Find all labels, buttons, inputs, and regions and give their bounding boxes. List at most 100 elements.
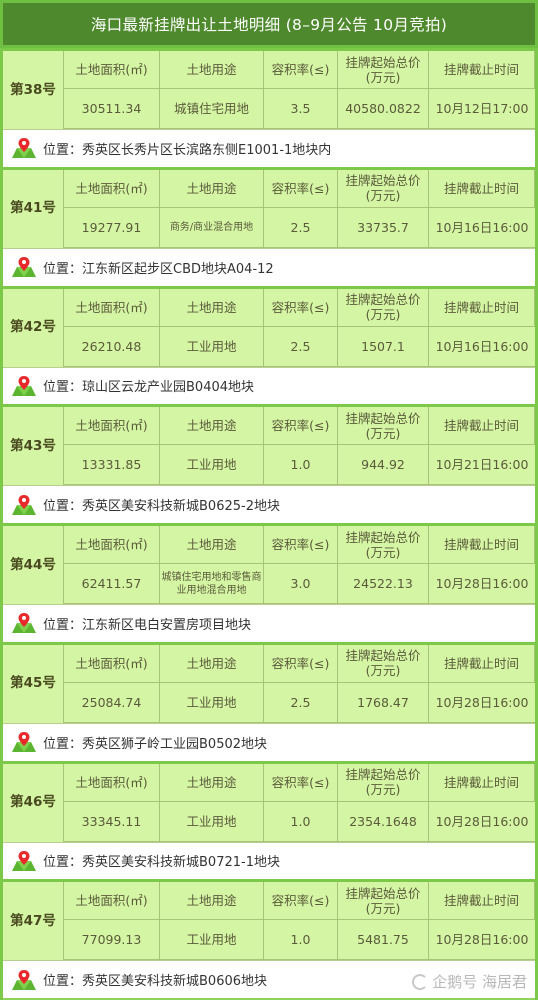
header-price: 挂牌起始总价 (万元)	[338, 51, 429, 89]
value-area: 30511.34	[64, 89, 160, 129]
land-lot-block: 第47号 土地面积(㎡) 土地用途 容积率(≤) 挂牌起始总价 (万元) 挂牌截止…	[3, 879, 535, 998]
land-lot-table: 第38号 土地面积(㎡) 土地用途 容积率(≤) 挂牌起始总价 (万元) 挂牌截止…	[3, 51, 535, 129]
value-area: 25084.74	[64, 682, 160, 723]
value-use: 工业用地	[160, 801, 264, 842]
land-lot-table: 第44号 土地面积(㎡) 土地用途 容积率(≤) 挂牌起始总价 (万元) 挂牌截止…	[3, 526, 535, 604]
header-deadline: 挂牌截止时间	[429, 644, 535, 683]
header-deadline: 挂牌截止时间	[429, 169, 535, 208]
location-text: 琼山区云龙产业园B0404地块	[82, 380, 255, 396]
location-text: 江东新区起步区CBD地块A04-12	[82, 261, 274, 277]
map-pin-icon	[12, 969, 36, 990]
value-deadline: 10月28日16:00	[429, 683, 535, 723]
header-use: 土地用途	[160, 763, 264, 802]
value-area: 19277.91	[64, 207, 160, 248]
value-price: 24522.13	[338, 564, 429, 604]
location-text: 江东新区电白安置房项目地块	[82, 617, 252, 633]
header-area: 土地面积(㎡)	[64, 882, 160, 921]
header-far: 容积率(≤)	[264, 51, 338, 89]
header-use: 土地用途	[160, 407, 264, 446]
location-label: 位置：	[43, 855, 83, 871]
value-use: 工业用地	[160, 445, 264, 486]
value-price: 944.92	[338, 445, 429, 486]
land-lot-table: 第45号 土地面积(㎡) 土地用途 容积率(≤) 挂牌起始总价 (万元) 挂牌截止…	[3, 644, 535, 723]
land-lot-block: 第44号 土地面积(㎡) 土地用途 容积率(≤) 挂牌起始总价 (万元) 挂牌截止…	[3, 523, 535, 642]
value-area: 13331.85	[64, 445, 160, 486]
location-row: 位置： 江东新区起步区CBD地块A04-12	[3, 247, 535, 286]
location-label: 位置：	[43, 142, 83, 158]
location-text: 秀英区美安科技新城B0606地块	[82, 974, 268, 990]
location-label: 位置：	[43, 974, 83, 990]
header-far: 容积率(≤)	[264, 763, 338, 802]
header-deadline: 挂牌截止时间	[429, 407, 535, 446]
header-far: 容积率(≤)	[264, 526, 338, 564]
location-label: 位置：	[43, 261, 83, 277]
header-area: 土地面积(㎡)	[64, 407, 160, 446]
value-far: 3.0	[264, 564, 338, 604]
header-use: 土地用途	[160, 882, 264, 921]
value-use: 工业用地	[160, 326, 264, 367]
lot-number: 第43号	[3, 407, 64, 486]
location-text: 秀英区美安科技新城B0721-1地块	[82, 855, 280, 871]
header-price: 挂牌起始总价 (万元)	[338, 407, 429, 446]
value-far: 2.5	[264, 682, 338, 723]
header-deadline: 挂牌截止时间	[429, 51, 535, 89]
header-use: 土地用途	[160, 644, 264, 683]
value-price: 1507.1	[338, 326, 429, 367]
header-area: 土地面积(㎡)	[64, 169, 160, 208]
location-label: 位置：	[43, 736, 83, 752]
header-deadline: 挂牌截止时间	[429, 763, 535, 802]
header-use: 土地用途	[160, 51, 264, 89]
land-lot-list: 第38号 土地面积(㎡) 土地用途 容积率(≤) 挂牌起始总价 (万元) 挂牌截止…	[3, 48, 535, 998]
map-pin-icon	[12, 375, 36, 396]
land-lot-block: 第45号 土地面积(㎡) 土地用途 容积率(≤) 挂牌起始总价 (万元) 挂牌截止…	[3, 641, 535, 761]
lot-number: 第46号	[3, 763, 64, 842]
land-lot-block: 第46号 土地面积(㎡) 土地用途 容积率(≤) 挂牌起始总价 (万元) 挂牌截止…	[3, 760, 535, 880]
header-far: 容积率(≤)	[264, 407, 338, 446]
map-pin-icon	[12, 613, 36, 634]
value-price: 2354.1648	[338, 801, 429, 842]
header-far: 容积率(≤)	[264, 882, 338, 921]
location-row: 位置： 秀英区美安科技新城B0721-1地块	[3, 841, 535, 880]
value-deadline: 10月21日16:00	[429, 445, 535, 486]
value-use: 工业用地	[160, 682, 264, 723]
value-far: 2.5	[264, 326, 338, 367]
header-price-text: 挂牌起始总价 (万元)	[345, 648, 421, 679]
location-text: 秀英区长秀片区长滨路东侧E1001-1地块内	[82, 142, 332, 158]
location-label: 位置：	[43, 499, 83, 515]
value-price: 40580.0822	[338, 89, 429, 129]
location-row: 位置： 秀英区狮子岭工业园B0502地块	[3, 722, 535, 761]
header-price-text: 挂牌起始总价 (万元)	[345, 529, 421, 560]
land-lot-table: 第43号 土地面积(㎡) 土地用途 容积率(≤) 挂牌起始总价 (万元) 挂牌截止…	[3, 407, 535, 486]
value-price: 1768.47	[338, 682, 429, 723]
watermark: 企鹅号 海居君	[412, 971, 527, 992]
lot-number: 第44号	[3, 526, 64, 604]
header-price: 挂牌起始总价 (万元)	[338, 288, 429, 327]
location-text: 秀英区美安科技新城B0625-2地块	[82, 499, 280, 515]
map-pin-icon	[12, 138, 36, 159]
value-far: 3.5	[264, 89, 338, 129]
header-area: 土地面积(㎡)	[64, 526, 160, 564]
value-area: 26210.48	[64, 326, 160, 367]
location-label: 位置：	[43, 617, 83, 633]
value-deadline: 10月28日16:00	[429, 802, 535, 842]
value-far: 2.5	[264, 207, 338, 248]
value-area: 33345.11	[64, 801, 160, 842]
header-price-text: 挂牌起始总价 (万元)	[345, 885, 421, 916]
header-price-text: 挂牌起始总价 (万元)	[345, 767, 421, 797]
header-use: 土地用途	[160, 526, 264, 564]
header-use: 土地用途	[160, 169, 264, 208]
value-deadline: 10月28日16:00	[429, 564, 535, 604]
header-deadline: 挂牌截止时间	[429, 882, 535, 921]
value-use: 工业用地	[160, 920, 264, 961]
header-deadline: 挂牌截止时间	[429, 526, 535, 564]
land-lot-table: 第41号 土地面积(㎡) 土地用途 容积率(≤) 挂牌起始总价 (万元) 挂牌截止…	[3, 169, 535, 248]
land-lot-block: 第41号 土地面积(㎡) 土地用途 容积率(≤) 挂牌起始总价 (万元) 挂牌截止…	[3, 166, 535, 286]
header-area: 土地面积(㎡)	[64, 288, 160, 327]
header-far: 容积率(≤)	[264, 644, 338, 683]
land-lot-table: 第46号 土地面积(㎡) 土地用途 容积率(≤) 挂牌起始总价 (万元) 挂牌截止…	[3, 763, 535, 842]
header-area: 土地面积(㎡)	[64, 763, 160, 802]
lot-number: 第45号	[3, 644, 64, 723]
value-far: 1.0	[264, 920, 338, 961]
value-price: 33735.7	[338, 207, 429, 248]
value-deadline: 10月28日16:00	[429, 920, 535, 961]
